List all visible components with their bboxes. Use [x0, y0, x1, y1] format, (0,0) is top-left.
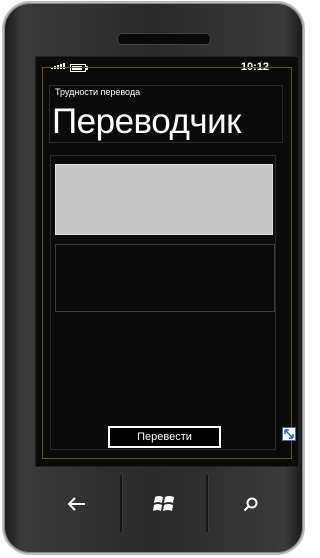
windows-logo-icon — [153, 495, 174, 511]
phone-screen: 10:12 Трудности перевода Переводчик Пере… — [35, 56, 299, 467]
app-title: Трудности перевода — [55, 87, 141, 97]
start-button[interactable] — [122, 475, 207, 532]
earpiece-speaker — [117, 33, 211, 45]
search-button[interactable] — [208, 475, 293, 532]
resize-handle-icon[interactable] — [282, 427, 296, 441]
page-title: Переводчик — [52, 102, 241, 141]
source-text-input[interactable] — [55, 164, 273, 235]
phone-frame: 10:12 Трудности перевода Переводчик Пере… — [4, 3, 303, 553]
search-icon — [243, 497, 258, 511]
hardware-nav-bar — [35, 475, 293, 532]
translate-button[interactable]: Перевести — [108, 426, 221, 448]
back-button[interactable] — [35, 475, 120, 532]
translation-output — [55, 244, 275, 312]
arrow-left-icon — [68, 496, 86, 511]
